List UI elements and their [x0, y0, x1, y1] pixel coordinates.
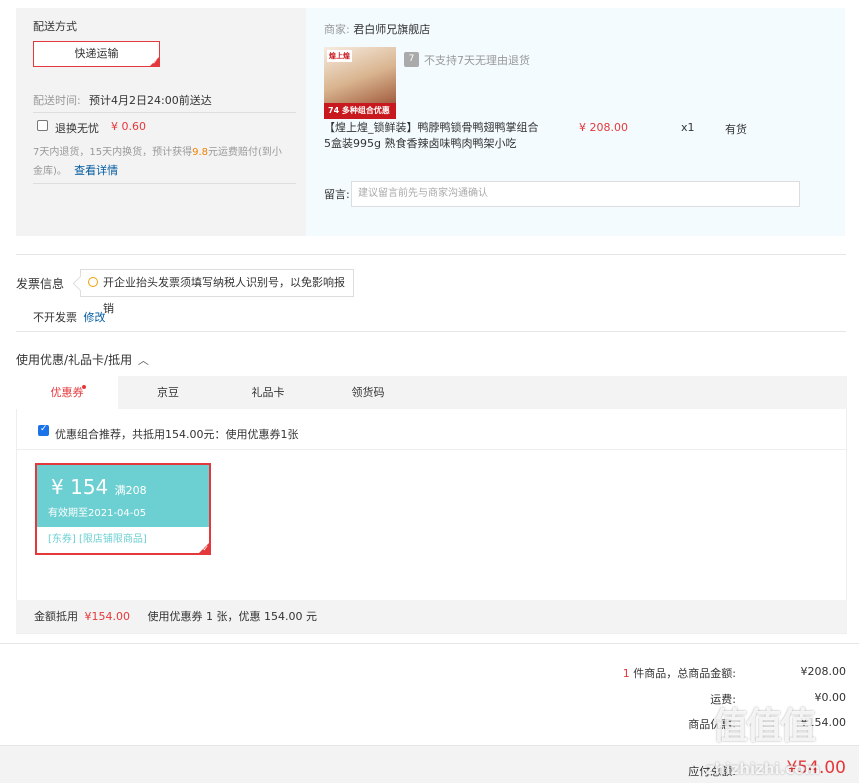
divider	[16, 254, 846, 255]
product-brand-logo: 煌上煌	[327, 50, 352, 62]
check-icon: ✓	[152, 58, 158, 66]
lightbulb-icon	[88, 277, 98, 287]
goods-amount: ¥208.00	[800, 665, 847, 678]
shipping-method-label: 快递运输	[74, 47, 119, 60]
delivery-title: 配送方式	[33, 20, 77, 33]
invoice-modify-link[interactable]: 修改	[84, 311, 106, 324]
watermark-logo: 值值值	[712, 706, 816, 747]
product-promo-banner: 74 多种组合优惠	[324, 103, 396, 119]
product-image[interactable]: 煌上煌 74 多种组合优惠	[324, 47, 396, 119]
divider	[33, 112, 296, 113]
tab-gift-card[interactable]: 礼品卡	[218, 376, 318, 409]
delivery-time-value: 预计4月2日24:00前送达	[89, 94, 212, 107]
no-return-text: 不支持7天无理由退货	[424, 54, 530, 67]
coupon-expiry: 有效期至2021-04-05	[48, 508, 147, 519]
divider	[0, 643, 859, 644]
coupon-value: ¥ 154 满208	[51, 475, 147, 499]
discount-toggle[interactable]: 使用优惠/礼品卡/抵用 ︿	[16, 351, 149, 368]
discount-summary: 金额抵用 ¥154.00 使用优惠券 1 张，优惠 154.00 元	[16, 600, 847, 633]
shipping-amount: ¥0.00	[814, 691, 847, 704]
check-icon: ✓	[202, 544, 209, 553]
no-return-icon: 7	[404, 52, 419, 67]
coupon-face: ¥ 154 满208 有效期至2021-04-05	[37, 465, 209, 527]
invoice-status: 不开发票 修改	[33, 311, 106, 324]
tab-jingdou[interactable]: 京豆	[118, 376, 218, 409]
divider	[33, 183, 296, 184]
product-title[interactable]: 【煌上煌_锁鲜装】鸭脖鸭锁骨鸭翅鸭掌组合 5盒装995g 熟食香辣卤味鸭肉鸭架小…	[324, 120, 539, 152]
chevron-up-icon: ︿	[137, 354, 149, 367]
goods-count-label: 1 件商品，总商品金额:	[622, 667, 736, 680]
return-free-label: 退换无忧	[55, 122, 99, 135]
tab-coupon[interactable]: 优惠券	[16, 376, 118, 409]
product-stock: 有货	[725, 123, 747, 136]
message-label: 留言:	[324, 188, 350, 201]
tab-redeem-code[interactable]: 领货码	[318, 376, 418, 409]
divider	[16, 449, 847, 450]
product-price: ¥ 208.00	[579, 121, 628, 134]
return-free-checkbox[interactable]	[37, 120, 48, 131]
divider	[16, 331, 846, 332]
watermark-site: zhizhizhi.com	[706, 760, 821, 778]
return-free-price: ¥ 0.60	[111, 120, 146, 133]
product-quantity: x1	[681, 121, 695, 134]
recommend-checkbox[interactable]	[38, 424, 49, 436]
merchant-info: 商家: 君白师兄旗舰店	[324, 23, 431, 36]
express-shipping-option[interactable]: 快递运输 ✓	[33, 41, 160, 67]
return-detail-link[interactable]: 查看详情	[74, 164, 118, 177]
new-dot-icon	[82, 385, 86, 389]
coupon-tags: [东券] [限店铺限商品]	[48, 534, 147, 545]
coupon-card[interactable]: ¥ 154 满208 有效期至2021-04-05 [东券] [限店铺限商品] …	[35, 463, 211, 555]
recommend-text: 优惠组合推荐，共抵用154.00元：使用优惠券1张	[55, 428, 299, 441]
message-input[interactable]: 建议留言前先与商家沟通确认	[351, 181, 800, 207]
return-description: 7天内退货，15天内换货，预计获得9.8元运费赔付(到小 金库)。 查看详情	[33, 147, 282, 177]
merchant-name[interactable]: 君白师兄旗舰店	[353, 23, 430, 36]
invoice-title: 发票信息	[16, 277, 65, 291]
invoice-tip: 开企业抬头发票须填写纳税人识别号，以免影响报销	[80, 269, 354, 315]
delivery-time-label: 配送时间:	[33, 94, 81, 107]
